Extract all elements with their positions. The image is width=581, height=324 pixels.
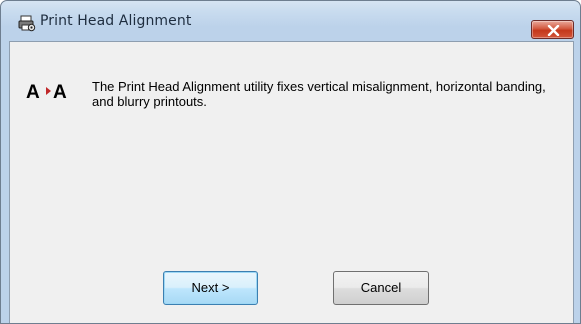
a-arrow-a-icon: A A	[26, 82, 67, 102]
window-title: Print Head Alignment	[40, 13, 192, 29]
cancel-button-label: Cancel	[360, 280, 402, 295]
svg-text:A: A	[53, 82, 67, 102]
next-button[interactable]: Next >	[163, 271, 258, 305]
svg-text:A: A	[26, 82, 40, 102]
close-button[interactable]	[531, 20, 574, 39]
printer-gear-icon	[18, 15, 36, 32]
dialog-window: Print Head Alignment	[0, 0, 581, 324]
close-icon	[547, 25, 560, 36]
cancel-button[interactable]: Cancel	[333, 271, 429, 305]
description-text: The Print Head Alignment utility fixes v…	[92, 79, 546, 109]
next-button-label: Next >	[191, 280, 230, 295]
title-bar[interactable]: Print Head Alignment	[1, 1, 580, 41]
